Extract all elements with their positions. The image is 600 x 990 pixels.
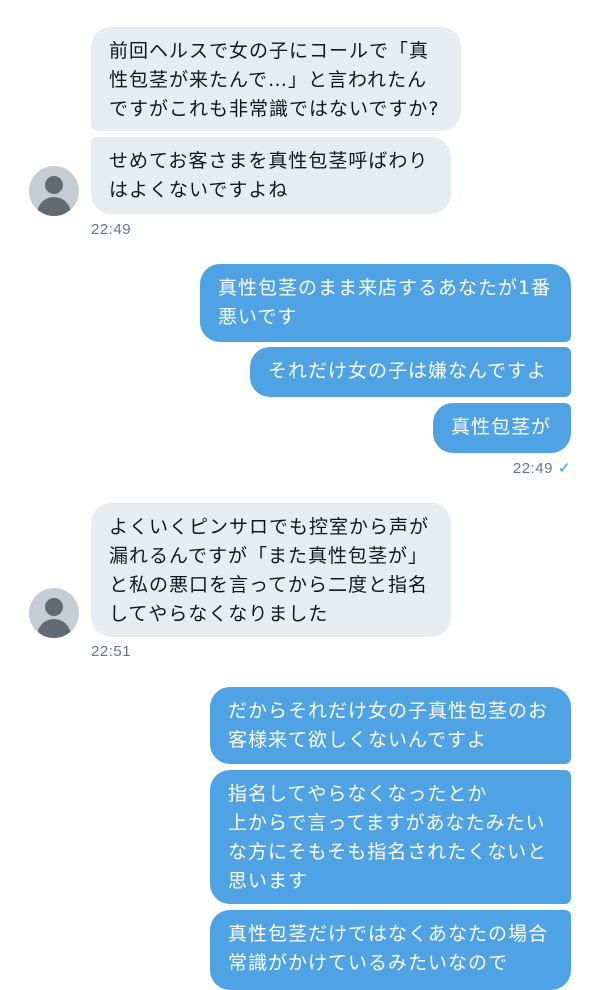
- outgoing-message[interactable]: 真性包茎のまま来店するあなたが1番 悪いです: [200, 264, 571, 342]
- message-timestamp: 22:51: [91, 643, 132, 660]
- avatar-body: [37, 197, 71, 216]
- outgoing-message[interactable]: それだけ女の子は嫌なんですよ: [250, 347, 571, 397]
- outgoing-message[interactable]: 真性包茎だけではなくあなたの場合 常識がかけているみたいなので: [210, 910, 571, 990]
- outgoing-message[interactable]: だからそれだけ女の子真性包茎のお 客様来て欲しくないんですよ: [210, 687, 571, 764]
- incoming-message[interactable]: 前回ヘルスで女の子にコールで「真 性包茎が来たんで…」と言われたん ですがこれも…: [91, 27, 461, 131]
- outgoing-message[interactable]: 真性包茎が: [433, 403, 571, 453]
- outgoing-message[interactable]: 指名してやらなくなったとか 上からで言ってますがあなたみたい な方にそもそも指名…: [210, 770, 571, 904]
- conversation-view: 前回ヘルスで女の子にコールで「真 性包茎が来たんで…」と言われたん ですがこれも…: [0, 0, 600, 990]
- avatar-head: [45, 176, 63, 194]
- message-timestamp: 22:49 ✓: [513, 459, 571, 477]
- incoming-message[interactable]: よくいくピンサロでも控室から声が 漏れるんですが「また真性包茎が」 と私の悪口を…: [91, 503, 451, 637]
- default-avatar-icon[interactable]: [29, 166, 79, 216]
- default-avatar-icon[interactable]: [29, 588, 79, 638]
- avatar-head: [45, 598, 63, 616]
- timestamp-text: 22:49: [512, 460, 553, 477]
- message-timestamp: 22:49: [91, 221, 132, 238]
- avatar-body: [37, 619, 71, 638]
- incoming-message[interactable]: せめてお客さまを真性包茎呼ばわり はよくないですよね: [91, 137, 451, 214]
- checkmark-icon: ✓: [557, 460, 571, 477]
